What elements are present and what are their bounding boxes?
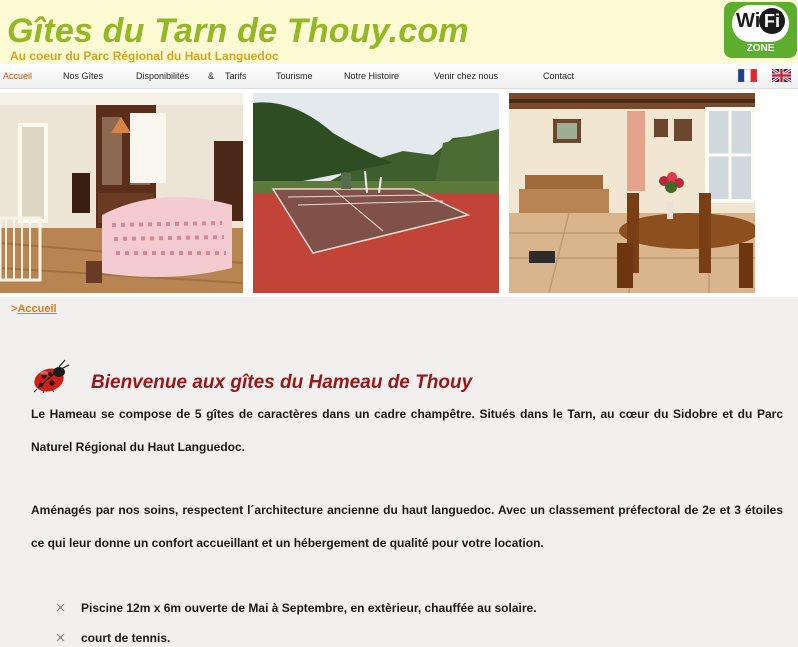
nav-tarifs[interactable]: Tarifs bbox=[225, 71, 247, 82]
wifi-badge-fi: Fi bbox=[759, 8, 785, 34]
main-content: >Accueil Bienvenue aux gîtes du Hameau d… bbox=[0, 297, 798, 647]
site-subtitle: Au coeur du Parc Régional du Haut Langue… bbox=[10, 49, 279, 63]
nav-ampersand: & bbox=[208, 71, 215, 81]
nav-nos-gites[interactable]: Nos Gîtes bbox=[63, 71, 103, 82]
wifi-badge-zone: ZONE bbox=[746, 43, 775, 54]
site-header: Gîtes du Tarn de Thouy.com Au coeur du P… bbox=[0, 0, 798, 64]
amenity-tennis: court de tennis. bbox=[81, 631, 171, 645]
welcome-heading: Bienvenue aux gîtes du Hameau de Thouy bbox=[91, 372, 473, 393]
ladybug-icon bbox=[33, 359, 70, 393]
main-navigation: Accueil Nos Gîtes Disponibilités & Tarif… bbox=[0, 64, 798, 89]
nav-contact[interactable]: Contact bbox=[543, 71, 574, 82]
nav-accueil[interactable]: Accueil bbox=[3, 71, 32, 82]
intro-paragraph: Le Hameau se compose de 5 gîtes de carac… bbox=[31, 407, 783, 454]
description-paragraph: Aménagés par nos soins, respectent l´arc… bbox=[31, 503, 783, 550]
wifi-badge-wi: Wi bbox=[736, 10, 761, 32]
nav-notre-histoire[interactable]: Notre Histoire bbox=[344, 71, 399, 82]
bedroom-photo[interactable] bbox=[0, 93, 243, 293]
list-item: court de tennis. bbox=[55, 623, 755, 647]
tennis-court-photo[interactable] bbox=[253, 93, 499, 293]
french-flag-icon[interactable] bbox=[738, 69, 757, 82]
nav-venir-chez-nous[interactable]: Venir chez nous bbox=[434, 71, 498, 82]
list-item: Piscine 12m x 6m ouverte de Mai à Septem… bbox=[55, 593, 755, 623]
photo-gallery bbox=[0, 89, 798, 297]
bullet-icon bbox=[56, 603, 65, 612]
nav-disponibilites[interactable]: Disponibilités bbox=[136, 71, 189, 82]
bullet-icon bbox=[56, 633, 65, 642]
wifi-zone-badge: Wi Fi ZONE bbox=[724, 2, 797, 58]
english-flag-icon[interactable] bbox=[772, 69, 791, 82]
site-title[interactable]: Gîtes du Tarn de Thouy.com bbox=[7, 14, 469, 48]
nav-tourisme[interactable]: Tourisme bbox=[276, 71, 313, 82]
amenity-pool: Piscine 12m x 6m ouverte de Mai à Septem… bbox=[81, 601, 537, 615]
dining-room-photo[interactable] bbox=[509, 93, 755, 293]
breadcrumb: >Accueil bbox=[11, 303, 57, 316]
breadcrumb-link-accueil[interactable]: Accueil bbox=[17, 303, 56, 315]
amenities-list: Piscine 12m x 6m ouverte de Mai à Septem… bbox=[55, 593, 755, 647]
